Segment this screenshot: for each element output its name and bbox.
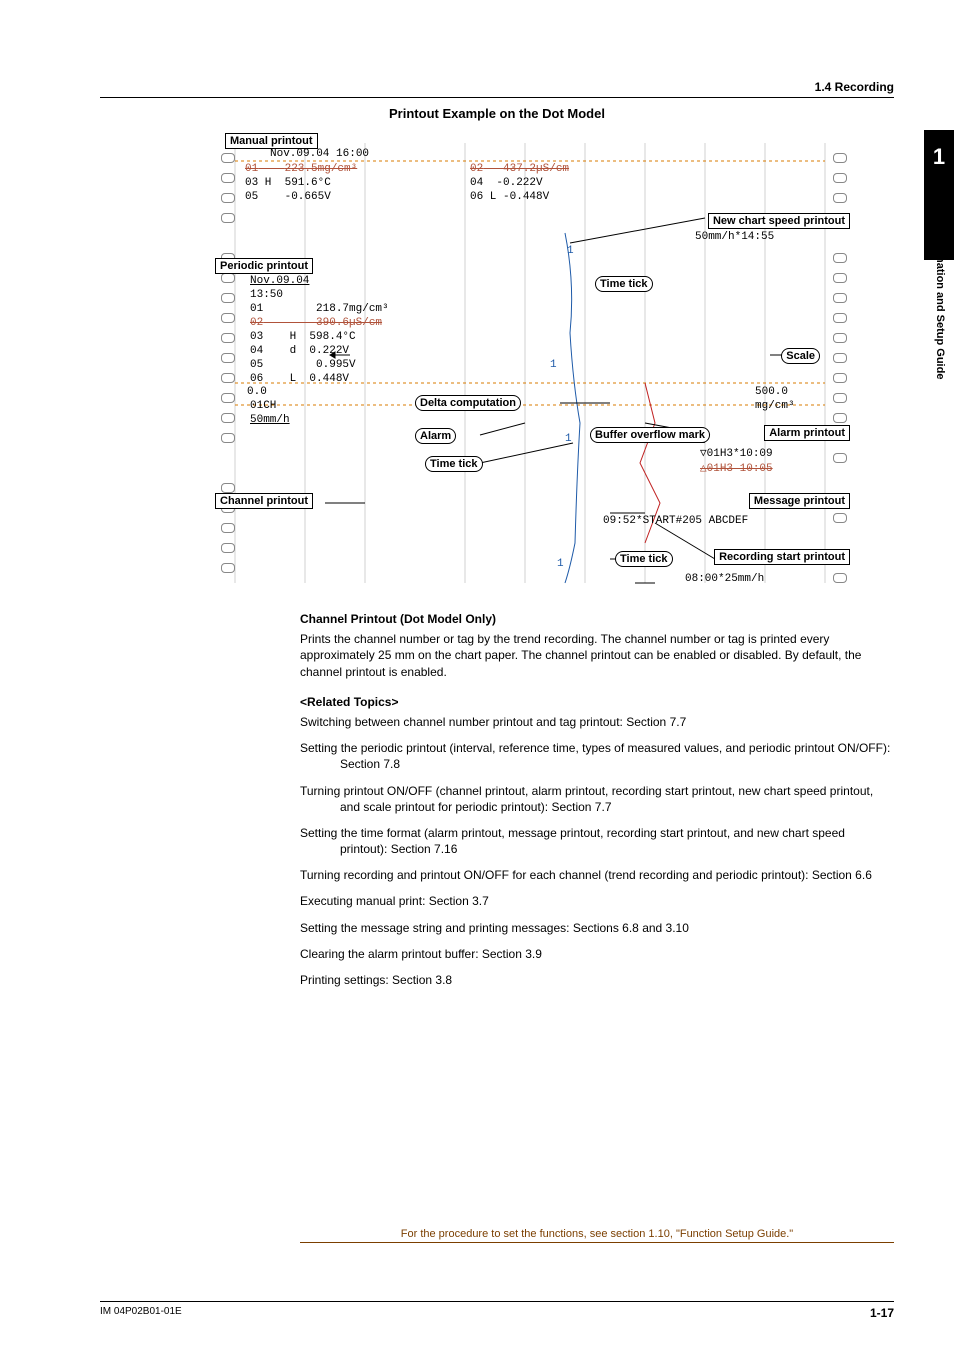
- periodic-row-4: 05 0.995V: [250, 359, 356, 371]
- related-4: Turning recording and printout ON/OFF fo…: [300, 867, 894, 883]
- tick-1: 1: [567, 245, 574, 257]
- new-chart-speed-value: 50mm/h*14:55: [695, 231, 774, 243]
- periodic-row-1: 02 390.6µS/cm: [250, 317, 382, 329]
- periodic-ch: 01CH: [250, 400, 276, 412]
- label-alarm-printout: Alarm printout: [764, 425, 850, 441]
- periodic-row-3: 04 d 0.222V: [250, 345, 349, 357]
- body-para: Prints the channel number or tag by the …: [300, 631, 894, 680]
- label-alarm: Alarm: [415, 428, 456, 444]
- related-3: Setting the time format (alarm printout,…: [300, 825, 894, 857]
- periodic-time: 13:50: [250, 289, 283, 301]
- label-channel-printout: Channel printout: [215, 493, 313, 509]
- manual-r3-r: 06 L -0.448V: [470, 191, 549, 203]
- label-message-printout: Message printout: [749, 493, 850, 509]
- manual-datetime: Nov.09.04 16:00: [270, 148, 369, 160]
- alarm-line-1: △01H3 10:05: [700, 461, 773, 475]
- periodic-scale-right: 500.0: [755, 386, 788, 398]
- periodic-row-5: 06 L 0.448V: [250, 373, 349, 385]
- periodic-unit: mg/cm³: [755, 400, 795, 412]
- manual-r3-l: 05 -0.665V: [245, 191, 331, 203]
- label-new-chart-speed: New chart speed printout: [708, 213, 850, 229]
- manual-r2-r: 04 -0.222V: [470, 177, 543, 189]
- footer-left: IM 04P02B01-01E: [100, 1306, 182, 1320]
- periodic-row-0: 01 218.7mg/cm³: [250, 303, 389, 315]
- side-guide-title: Functional Explanation and Setup Guide: [934, 168, 946, 379]
- related-1: Setting the periodic printout (interval,…: [300, 740, 894, 772]
- tick-4: 1: [557, 558, 564, 570]
- chapter-number: 1: [933, 144, 945, 170]
- related-8: Printing settings: Section 3.8: [300, 972, 894, 988]
- recording-start-value: 08:00*25mm/h: [685, 573, 764, 585]
- label-time-tick-1: Time tick: [595, 276, 653, 292]
- periodic-scale-left: 0.0: [247, 386, 267, 398]
- label-buffer-overflow: Buffer overflow mark: [590, 427, 710, 443]
- label-delta-computation: Delta computation: [415, 395, 521, 411]
- figure-title: Printout Example on the Dot Model: [100, 106, 894, 121]
- printout-diagram: Manual printout New chart speed printout…: [215, 123, 855, 593]
- label-manual-printout: Manual printout: [225, 133, 318, 149]
- periodic-row-2: 03 H 598.4°C: [250, 331, 356, 343]
- related-6: Setting the message string and printing …: [300, 920, 894, 936]
- page-footer: IM 04P02B01-01E 1-17: [100, 1301, 894, 1320]
- related-heading: <Related Topics>: [300, 694, 894, 710]
- body-heading: Channel Printout (Dot Model Only): [300, 611, 894, 627]
- periodic-speed: 50mm/h: [250, 414, 290, 426]
- manual-r2-l: 03 H 591.6°C: [245, 177, 331, 189]
- alarm-line-0: ▽01H3*10:09: [700, 446, 773, 460]
- label-time-tick-3: Time tick: [615, 551, 673, 567]
- label-time-tick-2: Time tick: [425, 456, 483, 472]
- label-recording-start-printout: Recording start printout: [714, 549, 850, 565]
- footer-right: 1-17: [870, 1306, 894, 1320]
- manual-r1-r: 02 437.2µS/cm: [470, 163, 569, 175]
- footer-note: For the procedure to set the functions, …: [300, 1228, 894, 1243]
- related-2: Turning printout ON/OFF (channel printou…: [300, 783, 894, 815]
- label-periodic-printout: Periodic printout: [215, 258, 313, 274]
- related-5: Executing manual print: Section 3.7: [300, 893, 894, 909]
- periodic-date: Nov.09.04: [250, 275, 309, 287]
- tick-3: 1: [565, 433, 572, 445]
- section-header: 1.4 Recording: [100, 80, 894, 98]
- related-0: Switching between channel number printou…: [300, 714, 894, 730]
- message-line: 09:52*START#205 ABCDEF: [603, 515, 748, 527]
- related-7: Clearing the alarm printout buffer: Sect…: [300, 946, 894, 962]
- tick-2: 1: [550, 359, 557, 371]
- label-scale: Scale: [781, 348, 820, 364]
- manual-r1-l: 01 223.5mg/cm³: [245, 163, 357, 175]
- body-text: Channel Printout (Dot Model Only) Prints…: [300, 611, 894, 988]
